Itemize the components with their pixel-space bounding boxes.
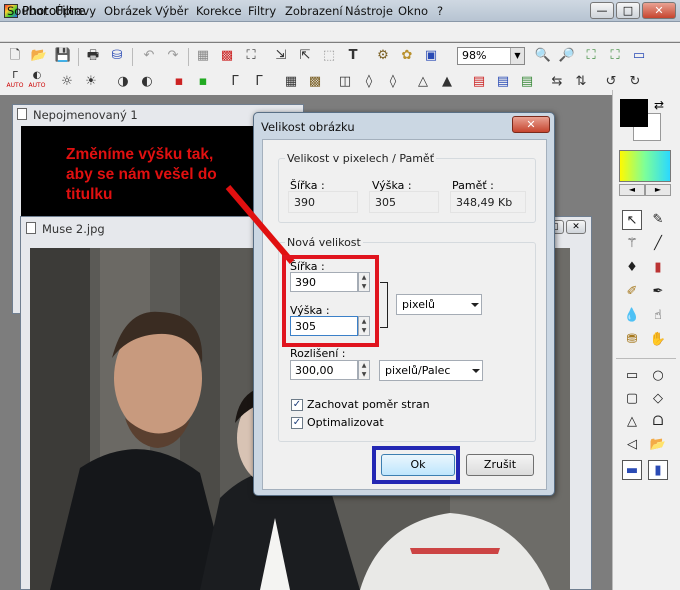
red-highlight-box xyxy=(282,255,379,347)
blue-highlight-box xyxy=(372,446,460,484)
red-arrow-line xyxy=(225,185,295,264)
